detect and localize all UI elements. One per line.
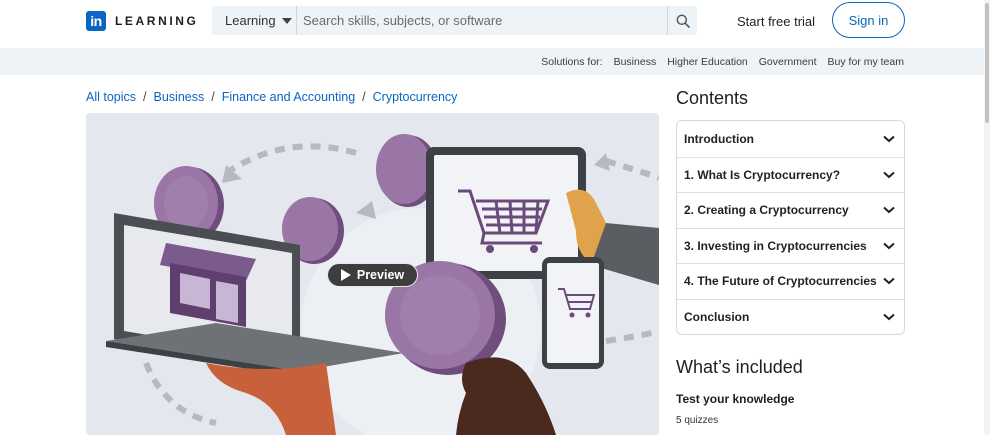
- play-icon: [340, 269, 351, 281]
- toc-item-creating-a-cryptocurrency[interactable]: 2. Creating a Cryptocurrency: [677, 192, 904, 228]
- toc-item-label: Introduction: [684, 131, 754, 146]
- toc-item-label: 3. Investing in Cryptocurrencies: [684, 238, 867, 253]
- scrollbar-thumb[interactable]: [985, 3, 989, 123]
- toc-item-conclusion[interactable]: Conclusion: [677, 298, 904, 335]
- toc-item-investing-in-cryptocurrencies[interactable]: 3. Investing in Cryptocurrencies: [677, 227, 904, 264]
- toc-item-future-of-cryptocurrencies[interactable]: 4. The Future of Cryptocurrencies: [677, 263, 904, 299]
- chevron-down-icon: [883, 207, 895, 214]
- solutions-link-higher-education[interactable]: Higher Education: [667, 56, 748, 68]
- search-icon: [676, 14, 690, 28]
- contents-heading: Contents: [676, 88, 749, 108]
- site-header: in LEARNING Learning Start free trial Si…: [0, 0, 990, 48]
- solutions-bar: Solutions for: Business Higher Education…: [0, 48, 990, 75]
- toc-item-what-is-cryptocurrency[interactable]: 1. What Is Cryptocurrency?: [677, 156, 904, 193]
- page-scrollbar[interactable]: [984, 0, 990, 435]
- breadcrumb-separator: /: [143, 90, 147, 104]
- quiz-count: 5 quizzes: [676, 415, 719, 426]
- solutions-link-government[interactable]: Government: [759, 56, 817, 68]
- linkedin-logo-icon: in: [86, 11, 106, 31]
- breadcrumb-business[interactable]: Business: [154, 90, 205, 104]
- sign-in-button[interactable]: Sign in: [832, 2, 905, 38]
- breadcrumb-all-topics[interactable]: All topics: [86, 90, 136, 104]
- chevron-down-icon: [883, 242, 895, 250]
- preview-label: Preview: [356, 268, 405, 282]
- breadcrumb-separator: /: [211, 90, 215, 104]
- search-category-label: Learning: [225, 13, 276, 28]
- caret-down-icon: [281, 17, 292, 24]
- test-knowledge-title: Test your knowledge: [676, 392, 795, 406]
- toc-item-label: 1. What Is Cryptocurrency?: [684, 167, 841, 182]
- toc-item-label: 4. The Future of Cryptocurrencies: [684, 274, 877, 289]
- breadcrumb-cryptocurrency[interactable]: Cryptocurrency: [373, 90, 458, 104]
- search-bar: Learning: [212, 6, 697, 35]
- course-preview-video[interactable]: Preview: [86, 113, 659, 435]
- search-button[interactable]: [667, 6, 697, 35]
- whats-included-heading: What’s included: [676, 357, 803, 377]
- linkedin-learning-logo[interactable]: in LEARNING: [86, 11, 198, 31]
- search-input[interactable]: [297, 6, 667, 35]
- chevron-down-icon: [883, 171, 895, 179]
- chevron-down-icon: [883, 313, 895, 321]
- solutions-label: Solutions for:: [541, 55, 603, 68]
- solutions-link-business[interactable]: Business: [614, 56, 657, 68]
- solutions-link-buy-for-team[interactable]: Buy for my team: [828, 56, 904, 68]
- breadcrumb: All topics / Business / Finance and Acco…: [86, 90, 457, 104]
- chevron-down-icon: [883, 278, 895, 285]
- preview-play-button[interactable]: Preview: [327, 263, 418, 287]
- toc-item-label: Conclusion: [684, 309, 750, 324]
- contents-list: Introduction 1. What Is Cryptocurrency? …: [676, 120, 905, 335]
- search-category-dropdown[interactable]: Learning: [212, 6, 297, 35]
- breadcrumb-finance-accounting[interactable]: Finance and Accounting: [222, 90, 355, 104]
- logo-wordmark: LEARNING: [115, 14, 199, 28]
- chevron-down-icon: [883, 135, 895, 143]
- toc-item-label: 2. Creating a Cryptocurrency: [684, 203, 849, 218]
- start-free-trial-link[interactable]: Start free trial: [737, 14, 815, 29]
- toc-item-introduction[interactable]: Introduction: [677, 121, 904, 157]
- breadcrumb-separator: /: [362, 90, 366, 104]
